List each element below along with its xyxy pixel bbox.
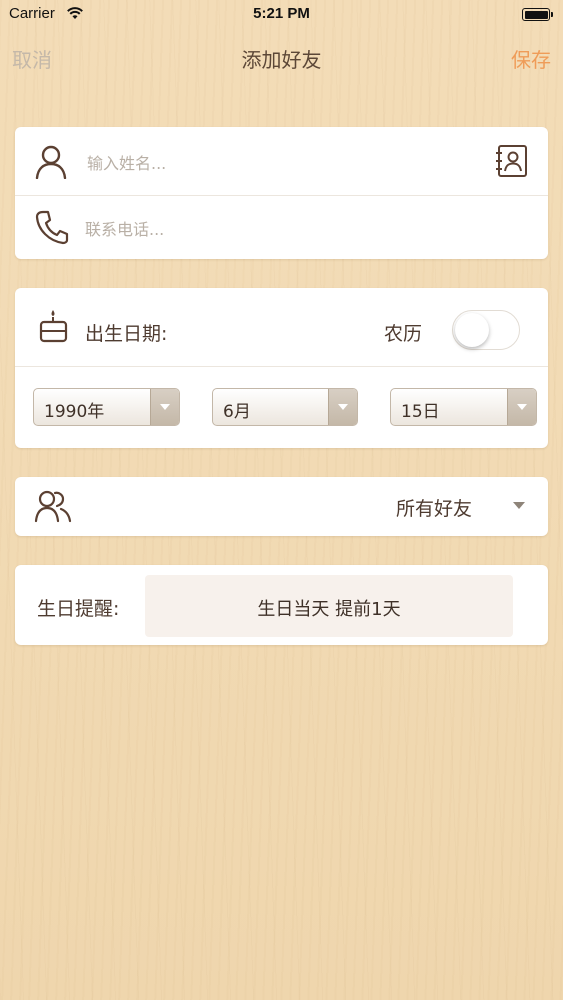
month-value: 6月 — [223, 402, 251, 422]
cake-icon — [39, 310, 68, 343]
phone-icon — [35, 210, 69, 245]
status-bar: Carrier 5:21 PM — [0, 0, 563, 30]
person-icon — [35, 145, 67, 179]
phone-row[interactable]: 联系电话... — [15, 196, 548, 259]
day-value: 15日 — [401, 402, 440, 422]
contact-card: 输入姓名... 联系电话... — [15, 127, 548, 259]
group-card[interactable]: 所有好友 — [15, 477, 548, 536]
battery-icon — [522, 8, 553, 21]
clock: 5:21 PM — [253, 5, 310, 22]
chevron-down-icon — [507, 389, 536, 425]
name-input[interactable]: 输入姓名... — [87, 150, 166, 174]
reminder-label: 生日提醒: — [37, 598, 120, 620]
day-select[interactable]: 15日 — [390, 388, 537, 426]
birthday-header-row: 出生日期: 农历 — [15, 288, 548, 366]
year-select[interactable]: 1990年 — [33, 388, 180, 426]
save-button[interactable]: 保存 — [511, 44, 551, 73]
contacts-book-icon[interactable] — [495, 144, 529, 178]
birthday-card: 出生日期: 农历 1990年 6月 15日 — [15, 288, 548, 448]
name-row[interactable]: 输入姓名... — [15, 127, 548, 195]
month-select[interactable]: 6月 — [212, 388, 358, 426]
group-icon — [34, 490, 72, 523]
reminder-selector[interactable]: 生日当天 提前1天 — [145, 575, 513, 637]
lunar-toggle[interactable] — [452, 310, 520, 350]
dropdown-arrow-icon[interactable] — [513, 502, 525, 510]
birthday-label: 出生日期: — [85, 323, 168, 345]
toggle-knob — [455, 313, 489, 347]
divider — [15, 366, 548, 367]
phone-input[interactable]: 联系电话... — [85, 216, 164, 240]
chevron-down-icon — [150, 389, 179, 425]
page-title: 添加好友 — [241, 48, 322, 72]
chevron-down-icon — [328, 389, 357, 425]
reminder-value: 生日当天 提前1天 — [257, 599, 401, 620]
lunar-label: 农历 — [384, 323, 423, 345]
group-select-value[interactable]: 所有好友 — [396, 494, 472, 521]
navigation-bar: 取消 添加好友 保存 — [0, 38, 563, 78]
reminder-card: 生日提醒: 生日当天 提前1天 — [15, 565, 548, 645]
year-value: 1990年 — [44, 402, 105, 422]
